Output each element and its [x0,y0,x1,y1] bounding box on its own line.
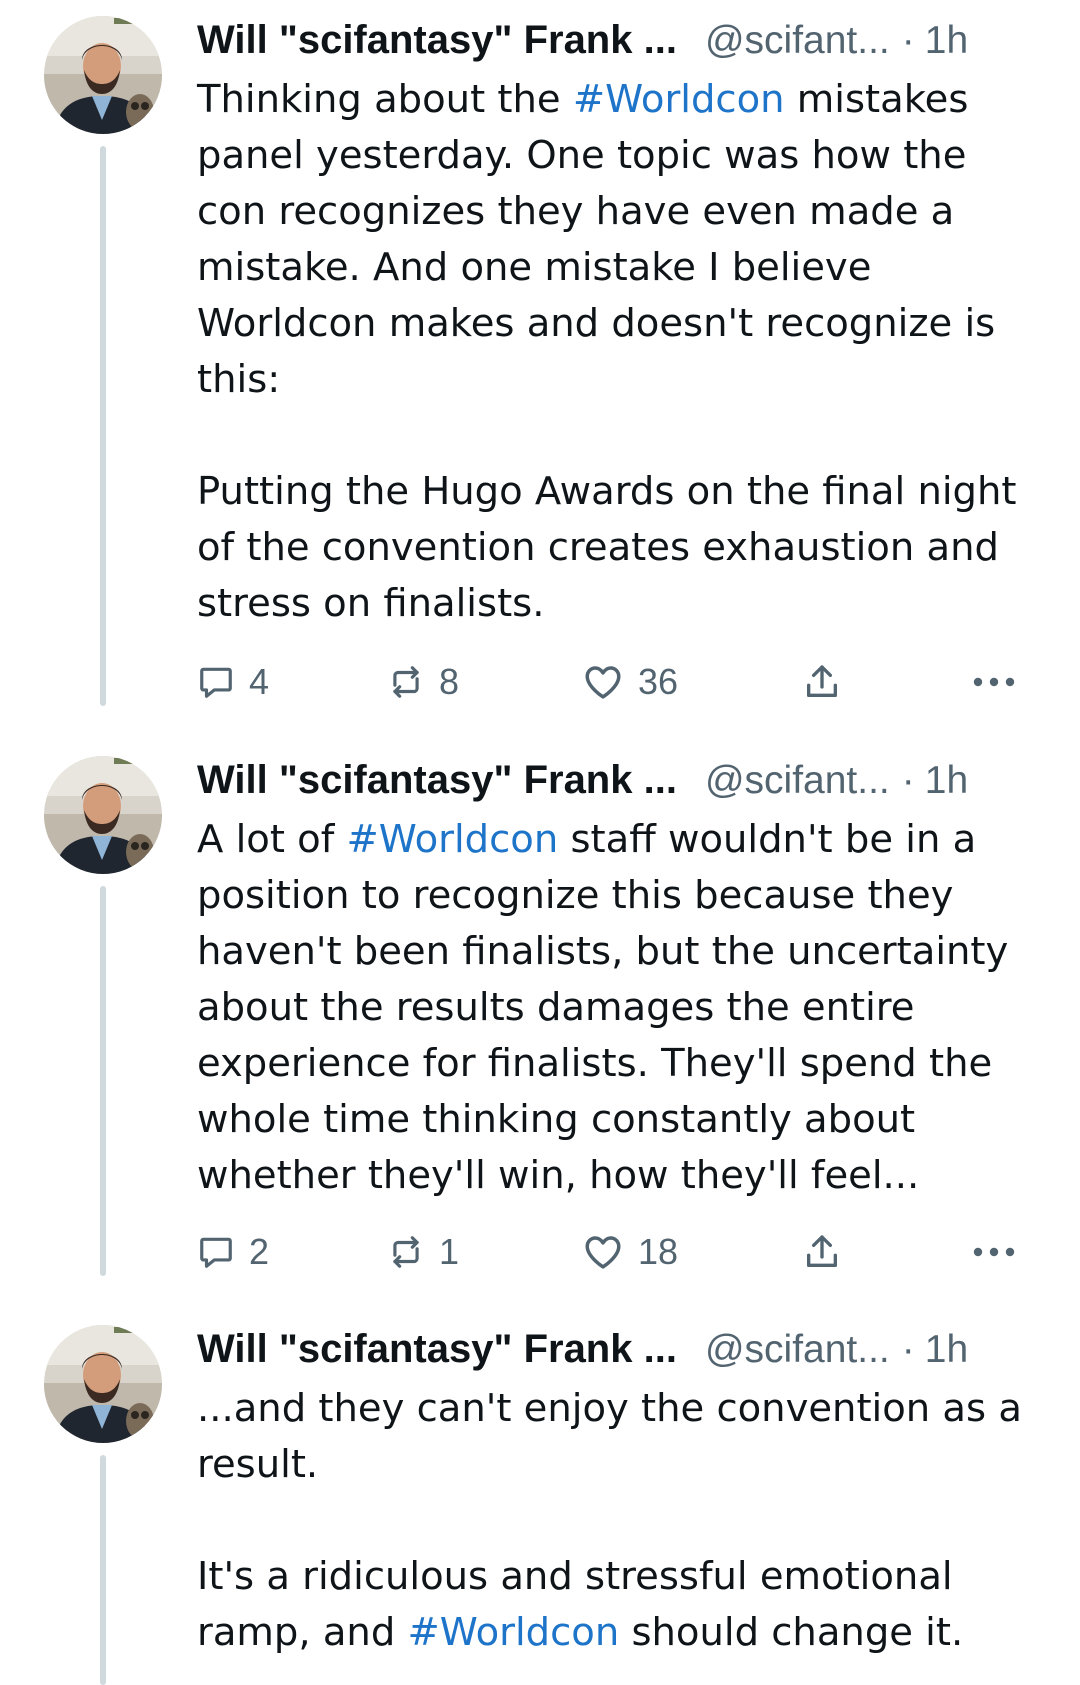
author-name[interactable]: Will "scifantasy" Frank ... [197,1327,677,1371]
repost-arrows-icon [387,663,425,701]
heart-icon [582,661,624,703]
share-button[interactable] [802,652,842,712]
like-button[interactable]: 36 [582,652,678,712]
more-options-button[interactable] [972,652,1016,712]
post-header: Will "scifantasy" Frank ... @scifant... · 1… [197,1321,1037,1377]
reply-button[interactable]: 2 [197,1222,269,1282]
author-name[interactable]: Will "scifantasy" Frank ... [197,758,677,802]
more-options-button[interactable] [972,1222,1016,1282]
author-name[interactable]: Will "scifantasy" Frank ... [197,18,677,62]
avatar[interactable] [44,756,162,874]
paragraph: Putting the Hugo Awards on the final nig… [197,464,1042,632]
post-actions: 4 8 36 [197,652,1037,712]
text-run: should change it. [619,1610,964,1655]
author-handle[interactable]: @scifant... [705,759,890,802]
text-run: mistakes panel yesterday. One topic was … [197,77,996,402]
post-text: Thinking about the #Worldcon mistakes pa… [197,72,1042,632]
like-button[interactable]: 18 [582,1222,678,1282]
post-time[interactable]: 1h [925,759,968,802]
more-dots-icon [972,676,1016,688]
paragraph: ...and they can't enjoy the convention a… [197,1381,1042,1493]
thread-line [100,886,106,1276]
more-dots-icon [972,1246,1016,1258]
post[interactable]: Will "scifantasy" Frank ... @scifant... · 1… [0,0,1080,720]
post-time[interactable]: 1h [925,19,968,62]
avatar[interactable] [44,16,162,134]
separator-dot: · [901,759,915,802]
paragraph: It's a ridiculous and stressful emotiona… [197,1549,1042,1661]
paragraph: A lot of #Worldcon staff wouldn't be in … [197,812,1042,1204]
avatar[interactable] [44,1325,162,1443]
separator-dot: · [901,19,915,62]
share-upload-icon [802,662,842,702]
like-count: 18 [638,1231,679,1272]
text-run: Thinking about the [197,77,573,122]
repost-button[interactable]: 1 [387,1222,459,1282]
post[interactable]: Will "scifantasy" Frank ... @scifant... · 1… [0,740,1080,1280]
reply-count: 4 [249,661,270,702]
hashtag-link[interactable]: #Worldcon [408,1610,620,1655]
text-run: ...and they can't enjoy the convention a… [197,1386,1022,1487]
post[interactable]: Will "scifantasy" Frank ... @scifant... · 1… [0,1309,1080,1685]
text-run: staff wouldn't be in a position to recog… [197,817,1009,1198]
post-text: A lot of #Worldcon staff wouldn't be in … [197,812,1042,1204]
repost-button[interactable]: 8 [387,652,459,712]
repost-count: 8 [439,661,460,702]
reply-button[interactable]: 4 [197,652,269,712]
author-handle[interactable]: @scifant... [705,19,890,62]
share-button[interactable] [802,1222,842,1282]
repost-count: 1 [439,1231,460,1272]
text-run: Putting the Hugo Awards on the final nig… [197,469,1017,626]
speech-bubble-icon [197,663,235,701]
post-text: ...and they can't enjoy the convention a… [197,1381,1042,1661]
post-header: Will "scifantasy" Frank ... @scifant... · 1… [197,752,1037,808]
speech-bubble-icon [197,1233,235,1271]
heart-icon [582,1231,624,1273]
text-run: A lot of [197,817,347,862]
like-count: 36 [638,661,679,702]
share-upload-icon [802,1232,842,1272]
paragraph: Thinking about the #Worldcon mistakes pa… [197,72,1042,408]
post-header: Will "scifantasy" Frank ... @scifant... · 1… [197,12,1037,68]
author-handle[interactable]: @scifant... [705,1328,890,1371]
repost-arrows-icon [387,1233,425,1271]
reply-count: 2 [249,1231,270,1272]
hashtag-link[interactable]: #Worldcon [347,817,559,862]
thread-line [100,1455,106,1685]
thread-line [100,146,106,706]
separator-dot: · [901,1328,915,1371]
post-actions: 2 1 18 [197,1222,1037,1282]
hashtag-link[interactable]: #Worldcon [573,77,785,122]
post-time[interactable]: 1h [925,1328,968,1371]
